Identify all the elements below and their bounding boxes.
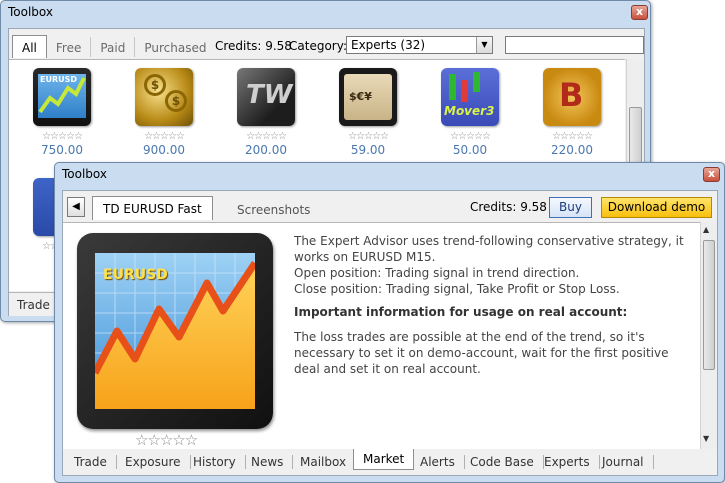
tab-code-base[interactable]: Code Base — [461, 455, 544, 469]
tab-free[interactable]: Free — [47, 37, 92, 57]
product-label: $€¥ — [349, 90, 372, 103]
product-label: B — [559, 76, 584, 114]
tab-experts[interactable]: Experts — [535, 455, 600, 469]
product-item[interactable]: Mover3 ☆☆☆☆☆ 50.00 — [430, 68, 510, 157]
tab-mailbox[interactable]: Mailbox — [291, 455, 357, 469]
category-label: Category: — [289, 39, 347, 53]
product-price: 50.00 — [452, 143, 488, 157]
b-shield-icon: B — [543, 68, 601, 126]
product-item[interactable]: TW ☆☆☆☆☆ 200.00 — [226, 68, 306, 157]
product-price: 750.00 — [41, 143, 83, 157]
product-label: Mover3 — [444, 104, 495, 118]
tab-journal[interactable]: Journal — [593, 455, 654, 469]
back-arrow-icon[interactable]: ◀ — [67, 197, 85, 217]
credits-label: Credits: 9.58 — [470, 200, 547, 214]
category-select[interactable]: Experts (32) ▼ — [346, 36, 493, 54]
product-detail-panel: ◀ TD EURUSD Fast Screenshots Credits: 9.… — [62, 190, 718, 476]
product-label: TW — [246, 80, 293, 110]
rating-stars: ☆☆☆☆☆ — [450, 131, 491, 142]
eurusd-chart-icon: EURUSD — [77, 233, 273, 429]
rating-stars: ☆☆☆☆☆ — [246, 131, 287, 142]
window-title: Toolbox — [62, 167, 107, 181]
chevron-down-icon[interactable]: ▼ — [476, 37, 492, 53]
vertical-scrollbar[interactable]: ▲ ▼ — [700, 222, 717, 449]
rating-stars: ☆☆☆☆☆ — [144, 131, 185, 142]
product-item[interactable]: $ $ ☆☆☆☆☆ 900.00 — [124, 68, 204, 157]
tab-screenshots[interactable]: Screenshots — [227, 200, 320, 224]
product-price: 59.00 — [350, 143, 386, 157]
product-item[interactable]: $€¥ ☆☆☆☆☆ 59.00 — [328, 68, 408, 157]
buy-button[interactable]: Buy — [549, 197, 592, 218]
product-description: The Expert Advisor uses trend-following … — [294, 233, 684, 377]
tab-alerts[interactable]: Alerts — [411, 455, 465, 469]
tab-history[interactable]: History — [184, 455, 246, 469]
tab-product-overview[interactable]: TD EURUSD Fast — [92, 196, 213, 220]
product-price: 200.00 — [245, 143, 287, 157]
description-heading: Important information for usage on real … — [294, 305, 628, 319]
download-demo-button[interactable]: Download demo — [601, 197, 712, 218]
description-paragraph: The loss trades are possible at the end … — [294, 330, 669, 376]
tab-paid[interactable]: Paid — [91, 37, 136, 57]
tab-market[interactable]: Market — [353, 449, 415, 470]
product-item[interactable]: EURUSD ☆☆☆☆☆ 750.00 — [22, 68, 102, 157]
eurusd-chart-icon: EURUSD — [33, 68, 91, 126]
product-item[interactable]: B ☆☆☆☆☆ 220.00 — [532, 68, 612, 157]
credits-label: Credits: 9.58 — [215, 39, 292, 53]
tab-exposure[interactable]: Exposure — [116, 455, 191, 469]
tab-news[interactable]: News — [242, 455, 294, 469]
product-price: 900.00 — [143, 143, 185, 157]
description-line: The Expert Advisor uses trend-following … — [294, 234, 684, 264]
bottom-tabs: Trade Exposure History News Mailbox Mark… — [63, 449, 717, 475]
tw-logo-icon: TW — [237, 68, 295, 126]
toolbox-window-front: Toolbox x ◀ TD EURUSD Fast Screenshots C… — [54, 162, 725, 483]
gold-coins-icon: $ $ — [135, 68, 193, 126]
category-value: Experts (32) — [351, 38, 426, 52]
tab-trade[interactable]: Trade — [65, 455, 117, 469]
currency-box-icon: $€¥ — [339, 68, 397, 126]
close-button[interactable]: x — [703, 167, 720, 182]
icon-label: EURUSD — [103, 267, 168, 283]
close-button[interactable]: x — [631, 5, 648, 20]
scroll-up-icon[interactable]: ▲ — [703, 225, 709, 234]
mover3-icon: Mover3 — [441, 68, 499, 126]
product-label: EURUSD — [40, 75, 78, 84]
product-description-area: EURUSD ☆☆☆☆☆ The Expert Advisor uses tre… — [63, 222, 700, 449]
rating-stars: ☆☆☆☆☆ — [42, 131, 83, 142]
scrollbar-thumb[interactable] — [703, 240, 715, 370]
rating-stars[interactable]: ☆☆☆☆☆ — [135, 431, 198, 449]
description-line: Close position: Trading signal, Take Pro… — [294, 282, 620, 296]
rating-stars: ☆☆☆☆☆ — [552, 131, 593, 142]
scrollbar-thumb[interactable] — [629, 107, 642, 167]
tab-trade[interactable]: Trade — [17, 298, 50, 312]
description-line: Open position: Trading signal in trend d… — [294, 266, 580, 280]
rating-stars: ☆☆☆☆☆ — [348, 131, 389, 142]
scroll-down-icon[interactable]: ▼ — [703, 434, 709, 443]
filter-tabs: All Free Paid Purchased — [12, 35, 215, 58]
window-title: Toolbox — [8, 5, 53, 19]
product-price: 220.00 — [551, 143, 593, 157]
tab-all[interactable]: All — [12, 35, 47, 58]
tab-purchased[interactable]: Purchased — [135, 37, 215, 57]
search-input[interactable] — [505, 36, 644, 54]
